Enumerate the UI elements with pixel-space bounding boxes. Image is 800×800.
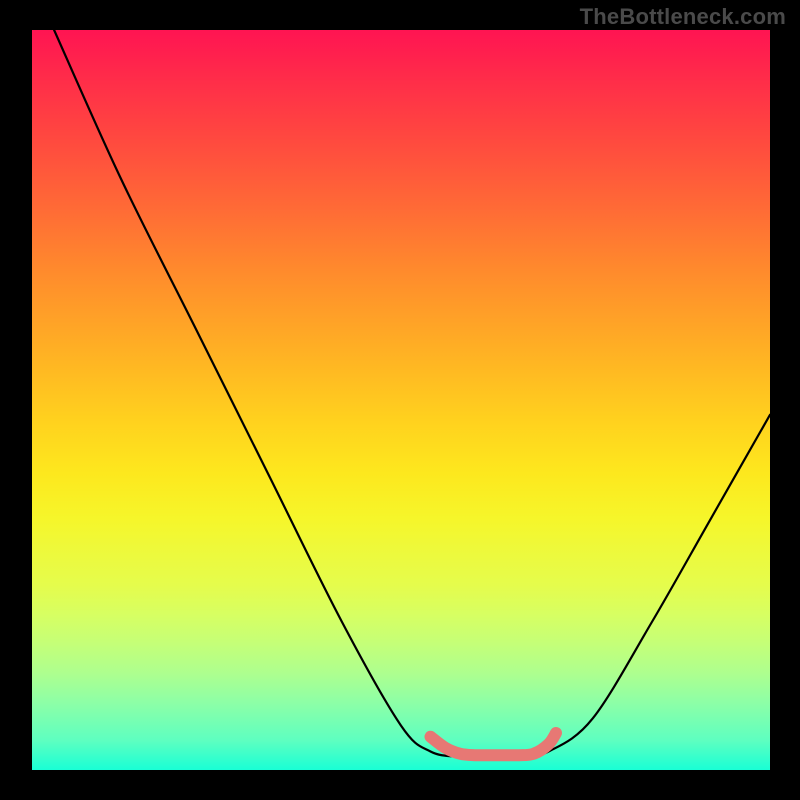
chart-svg bbox=[32, 30, 770, 770]
curve-highlight bbox=[431, 733, 557, 755]
chart-frame: TheBottleneck.com bbox=[0, 0, 800, 800]
watermark-label: TheBottleneck.com bbox=[580, 4, 786, 30]
curve-main bbox=[54, 30, 770, 757]
